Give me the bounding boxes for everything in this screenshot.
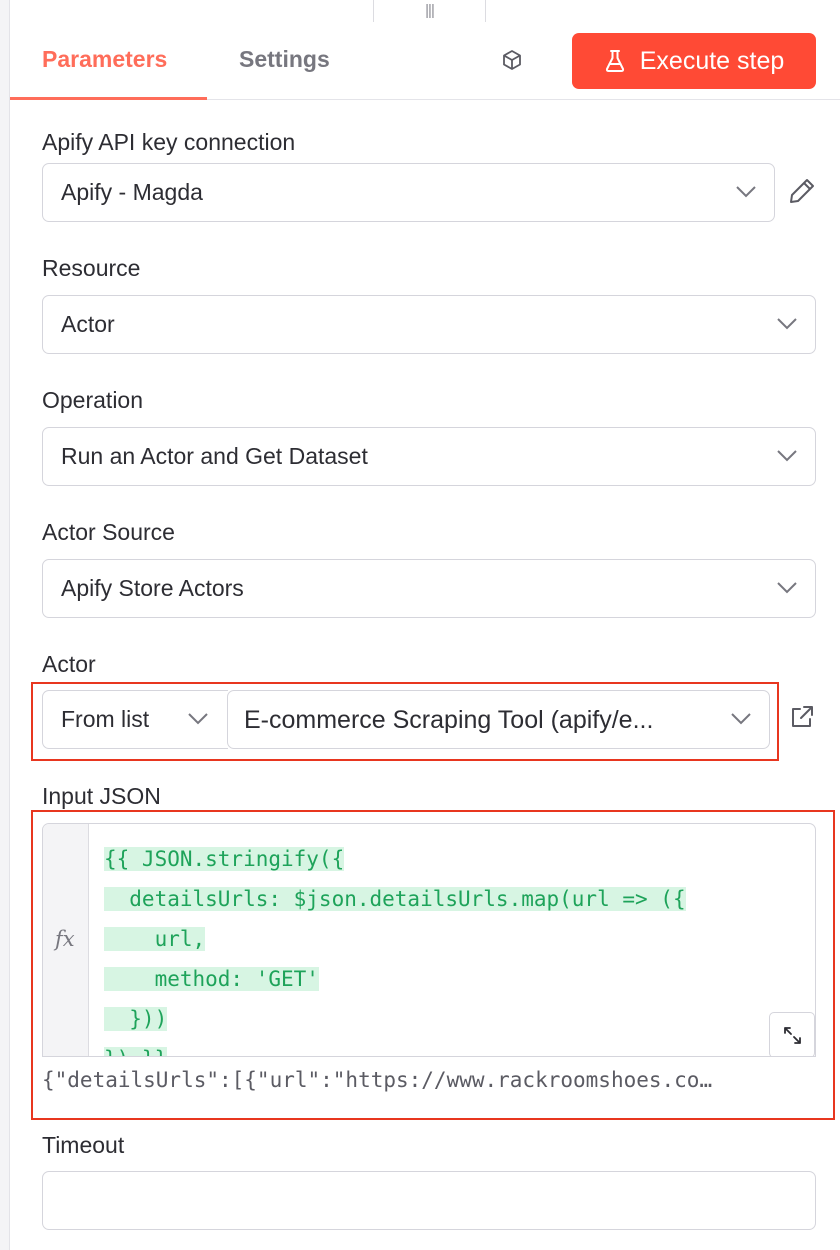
pencil-icon[interactable] (788, 177, 816, 205)
panel-drag-tab[interactable]: ||| (373, 0, 486, 22)
operation-select[interactable]: Run an Actor and Get Dataset (42, 427, 816, 486)
connection-select[interactable]: Apify - Magda (42, 163, 775, 222)
expand-editor-button[interactable] (769, 1012, 815, 1056)
external-link-icon[interactable] (789, 704, 815, 730)
actor-source-select[interactable]: Apify Store Actors (42, 559, 816, 618)
code-line: method: 'GET' (104, 967, 319, 991)
actor-mode-value: From list (61, 706, 150, 732)
flask-icon (605, 50, 624, 72)
actor-source-label: Actor Source (42, 519, 175, 545)
chevron-down-icon (736, 186, 756, 198)
connection-label: Apify API key connection (42, 129, 296, 155)
chevron-down-icon (777, 582, 797, 594)
operation-value: Run an Actor and Get Dataset (61, 443, 368, 469)
code-line: detailsUrls: $json.detailsUrls.map(url =… (104, 887, 686, 911)
execute-step-label: Execute step (639, 46, 785, 75)
resource-select[interactable]: Actor (42, 295, 816, 354)
tab-settings[interactable]: Settings (239, 46, 330, 73)
actor-value: E-commerce Scraping Tool (apify/e... (244, 706, 654, 734)
tab-parameters[interactable]: Parameters (42, 46, 167, 73)
timeout-input[interactable] (42, 1171, 816, 1230)
input-json-label: Input JSON (42, 783, 161, 809)
expand-icon (784, 1027, 801, 1044)
code-line: {{ JSON.stringify({ (104, 847, 345, 871)
chevron-down-icon (777, 450, 797, 462)
tab-bar: Parameters Settings Execute step (10, 22, 840, 100)
active-tab-indicator (10, 97, 207, 100)
input-json-preview: {"detailsUrls":[{"url":"https://www.rack… (42, 1068, 713, 1092)
expression-gutter: fx (43, 824, 89, 1056)
resource-label: Resource (42, 255, 141, 281)
actor-select[interactable]: E-commerce Scraping Tool (apify/e... (227, 690, 770, 749)
chevron-down-icon (777, 318, 797, 330)
chevron-down-icon (188, 713, 208, 725)
resource-value: Actor (61, 311, 115, 337)
code-lines: {{ JSON.stringify({ detailsUrls: $json.d… (104, 839, 686, 1056)
actor-source-value: Apify Store Actors (61, 575, 244, 601)
actor-mode-select[interactable]: From list (42, 690, 228, 749)
input-json-editor[interactable]: fx {{ JSON.stringify({ detailsUrls: $jso… (42, 823, 816, 1057)
fx-icon: fx (55, 927, 75, 951)
timeout-label: Timeout (42, 1132, 125, 1158)
actor-label: Actor (42, 651, 96, 677)
code-line: }) }} (104, 1039, 686, 1056)
code-line: url, (104, 927, 206, 951)
connection-value: Apify - Magda (61, 179, 203, 205)
execute-step-button[interactable]: Execute step (572, 33, 816, 89)
operation-label: Operation (42, 387, 144, 413)
left-rail (0, 0, 10, 1250)
cube-icon[interactable] (500, 48, 524, 72)
chevron-down-icon (731, 713, 751, 725)
drag-handle-icon[interactable]: ||| (425, 2, 435, 19)
code-line: })) (104, 1007, 168, 1031)
